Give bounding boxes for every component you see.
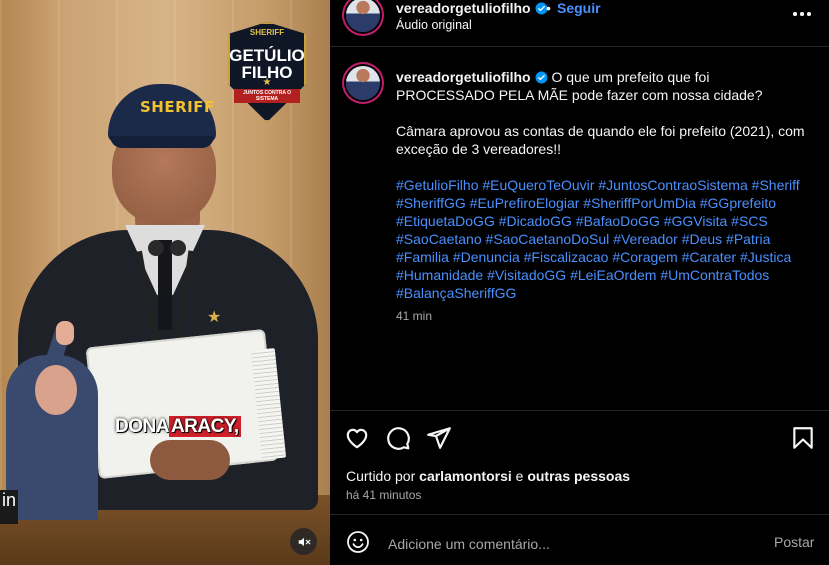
- share-icon: [427, 427, 451, 449]
- emoji-button[interactable]: [346, 530, 372, 556]
- hashtag-link[interactable]: #Deus: [682, 231, 722, 247]
- hashtag-link[interactable]: #JuntosContraoSistema: [598, 177, 747, 193]
- badge-name-line1: GETÚLIO: [229, 46, 305, 65]
- liked-by: Curtido por carlamontorsi e outras pesso…: [346, 468, 630, 484]
- post-time: 41 min: [396, 309, 433, 323]
- sheriff-badge-logo: SHERIFF GETÚLIO FILHO ★ JUNTOS CONTRA O …: [228, 22, 306, 122]
- header-username[interactable]: vereadorgetuliofilho: [396, 0, 548, 16]
- liked-by-prefix: Curtido por: [346, 468, 416, 484]
- hashtag-link[interactable]: #BalançaSheriffGG: [396, 285, 516, 301]
- microphone-head: [170, 240, 186, 256]
- badge-name: GETÚLIO FILHO: [228, 47, 306, 81]
- hashtag-link[interactable]: #Denuncia: [453, 249, 520, 265]
- caption-prefix: DONA: [115, 416, 169, 437]
- hashtag-link[interactable]: #SheriffPorUmDia: [583, 195, 696, 211]
- post-comment-button[interactable]: Postar: [774, 534, 814, 550]
- verified-badge-icon: [535, 71, 548, 84]
- comment-divider: [330, 514, 829, 515]
- original-audio-link[interactable]: Áudio original: [396, 18, 472, 32]
- avatar[interactable]: [346, 0, 380, 32]
- liked-by-user[interactable]: carlamontorsi: [419, 468, 512, 484]
- video-corner-text: in: [0, 490, 18, 524]
- hashtag-link[interactable]: #EtiquetaDoGG: [396, 213, 495, 229]
- hashtag-link[interactable]: #SCS: [731, 213, 768, 229]
- speaker-muted-icon: [298, 537, 310, 546]
- hashtag-link[interactable]: #SheriffGG: [396, 195, 466, 211]
- header-separator: •: [546, 0, 551, 16]
- comment-icon: [387, 427, 410, 450]
- hashtag-link[interactable]: #Fiscalizacao: [524, 249, 609, 265]
- post-header: vereadorgetuliofilho • Seguir Áudio orig…: [330, 0, 829, 40]
- hashtag-link[interactable]: #GGprefeito: [700, 195, 776, 211]
- hashtag-link[interactable]: #Familia: [396, 249, 449, 265]
- more-horizontal-icon: [800, 12, 804, 16]
- badge-top-text: SHERIFF: [249, 28, 285, 37]
- cap-brim: [110, 136, 214, 148]
- hashtag-link[interactable]: #Patria: [726, 231, 770, 247]
- speaker-hand: [150, 440, 230, 480]
- hashtag-link[interactable]: #VisitadoGG: [487, 267, 566, 283]
- avatar-image: [346, 0, 380, 32]
- cap-text: SHERIFF: [140, 98, 215, 116]
- more-horizontal-icon: [793, 12, 797, 16]
- microphone-head: [148, 240, 164, 256]
- hashtag-link[interactable]: #EuPrefiroElogiar: [470, 195, 580, 211]
- waving-man-hand: [56, 321, 74, 345]
- actions-divider: [330, 410, 829, 411]
- hashtag-link[interactable]: #DicadoGG: [499, 213, 572, 229]
- emoji-icon: [347, 531, 369, 553]
- hashtag-link[interactable]: #EuQueroTeOuvir: [482, 177, 594, 193]
- badge-ribbon: JUNTOS CONTRA O SISTEMA: [234, 89, 300, 103]
- header-username-text: vereadorgetuliofilho: [396, 0, 531, 16]
- hashtag-link[interactable]: #BafaoDoGG: [576, 213, 660, 229]
- bookmark-icon: [793, 427, 813, 449]
- hashtag-link[interactable]: #Vereador: [613, 231, 678, 247]
- follow-button[interactable]: Seguir: [557, 0, 601, 16]
- hashtag-link[interactable]: #Justica: [740, 249, 791, 265]
- video-player[interactable]: SHERIFF ★ SHERIFF GETÚLIO FILHO ★ JUNTOS…: [0, 0, 330, 565]
- hashtag-link[interactable]: #Coragem: [612, 249, 677, 265]
- post-panel: vereadorgetuliofilho • Seguir Áudio orig…: [330, 0, 829, 565]
- liked-by-middle: e: [515, 468, 524, 484]
- hashtag-link[interactable]: #SaoCaetano: [396, 231, 482, 247]
- avatar-image: [346, 66, 380, 100]
- caption-username[interactable]: vereadorgetuliofilho: [396, 69, 531, 85]
- caption-line-2: Câmara aprovou as contas de quando ele f…: [396, 123, 805, 157]
- heart-icon: [346, 428, 368, 449]
- liked-by-others[interactable]: outras pessoas: [527, 468, 630, 484]
- video-caption: DONA ARACY,: [115, 416, 241, 438]
- hashtag-link[interactable]: #GGVisita: [664, 213, 728, 229]
- more-horizontal-icon: [807, 12, 811, 16]
- sheriff-star-icon: ★: [207, 309, 222, 326]
- post-caption: vereadorgetuliofilho O que um prefeito q…: [396, 68, 806, 302]
- caption-first-paragraph: vereadorgetuliofilho O que um prefeito q…: [396, 68, 806, 104]
- like-button[interactable]: [344, 425, 370, 451]
- hashtag-link[interactable]: #Carater: [682, 249, 736, 265]
- save-button[interactable]: [790, 425, 816, 451]
- post-date: há 41 minutos: [346, 488, 422, 502]
- caption-highlight: ARACY,: [168, 416, 241, 437]
- more-options-button[interactable]: [792, 6, 812, 22]
- hashtag-link[interactable]: #GetulioFilho: [396, 177, 479, 193]
- hashtag-link[interactable]: #SaoCaetanoDoSul: [486, 231, 610, 247]
- waving-man-head: [35, 365, 77, 415]
- header-divider: [330, 46, 829, 47]
- hashtag-link[interactable]: #Humanidade: [396, 267, 483, 283]
- share-button[interactable]: [426, 425, 452, 451]
- hashtag-link[interactable]: #LeiEaOrdem: [570, 267, 656, 283]
- hashtag-list: #GetulioFilho #EuQueroTeOuvir #JuntosCon…: [396, 176, 806, 302]
- badge-star-icon: ★: [262, 77, 272, 88]
- caption-avatar[interactable]: [346, 66, 380, 100]
- mute-button[interactable]: [290, 528, 317, 555]
- comment-bar: Postar: [330, 524, 829, 565]
- comment-button[interactable]: [385, 425, 411, 451]
- hashtag-link[interactable]: #Sheriff: [752, 177, 800, 193]
- comment-input[interactable]: [386, 532, 720, 556]
- hashtag-link[interactable]: #UmContraTodos: [660, 267, 769, 283]
